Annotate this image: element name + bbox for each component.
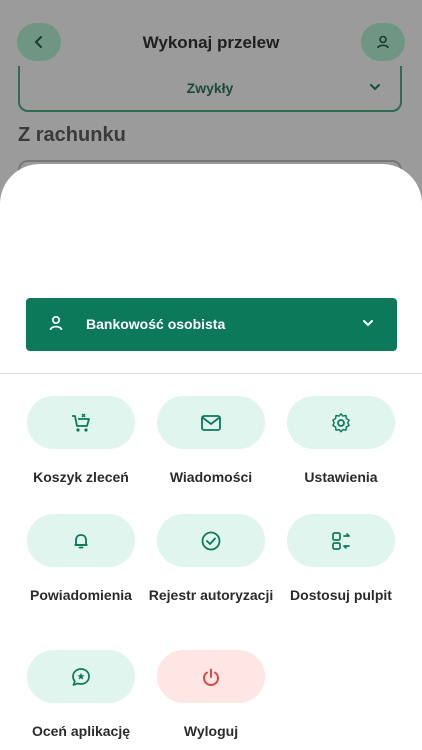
check-circle-icon [201, 531, 221, 550]
authorization-pill[interactable] [157, 514, 265, 567]
chevron-down-icon [370, 84, 380, 91]
cart-pill[interactable] [27, 396, 135, 449]
user-icon [377, 35, 389, 49]
menu-item-label: Wyloguj [183, 723, 239, 739]
envelope-icon [201, 414, 221, 431]
page-title: Wykonaj przelew [142, 33, 280, 52]
profile-button[interactable] [361, 23, 405, 61]
customize-icon [332, 531, 350, 550]
power-icon [203, 668, 219, 686]
menu-item-label: Koszyk zleceń [33, 469, 129, 485]
chevron-down-icon [363, 320, 373, 327]
menu-sheet: Bankowość osobista Koszyk zleceń Wiadomo… [0, 164, 422, 750]
transfer-type-select[interactable]: Zwykły [18, 66, 402, 112]
profile-switcher[interactable]: Bankowość osobista [26, 298, 397, 351]
bell-icon [74, 533, 88, 548]
divider [0, 373, 422, 374]
logout-pill[interactable] [157, 650, 265, 703]
notifications-pill[interactable] [27, 514, 135, 567]
gear-icon [332, 412, 350, 433]
cart-icon [72, 412, 90, 432]
transfer-type-value: Zwykły [186, 80, 234, 96]
profile-label: Bankowość osobista [86, 316, 226, 332]
messages-pill[interactable] [157, 396, 265, 449]
customize-pill[interactable] [287, 514, 395, 567]
menu-item-cart[interactable]: Koszyk zleceń [16, 396, 146, 487]
user-icon [49, 315, 63, 331]
header: Wykonaj przelew [0, 0, 422, 70]
menu-item-customize-dashboard[interactable]: Dostosuj pulpit [276, 514, 406, 605]
menu-item-rate-app[interactable]: Oceń aplikację [16, 650, 146, 741]
rate-chat-icon [72, 667, 90, 686]
menu-item-messages[interactable]: Wiadomości [146, 396, 276, 487]
menu-item-label: Dostosuj pulpit [290, 587, 392, 603]
menu-item-label: Ustawienia [304, 469, 378, 485]
menu-item-label: Rejestr autoryzacji [148, 587, 274, 603]
menu-item-notifications[interactable]: Powiadomienia [16, 514, 146, 605]
menu-item-logout[interactable]: Wyloguj [146, 650, 276, 741]
settings-pill[interactable] [287, 396, 395, 449]
from-account-heading: Z rachunku [18, 124, 126, 146]
menu-item-authorization-log[interactable]: Rejestr autoryzacji [146, 514, 276, 605]
menu-item-settings[interactable]: Ustawienia [276, 396, 406, 487]
menu-item-label: Wiadomości [169, 469, 253, 485]
menu-item-label: Oceń aplikację [31, 723, 131, 739]
rate-pill[interactable] [27, 650, 135, 703]
menu-item-label: Powiadomienia [30, 587, 132, 603]
